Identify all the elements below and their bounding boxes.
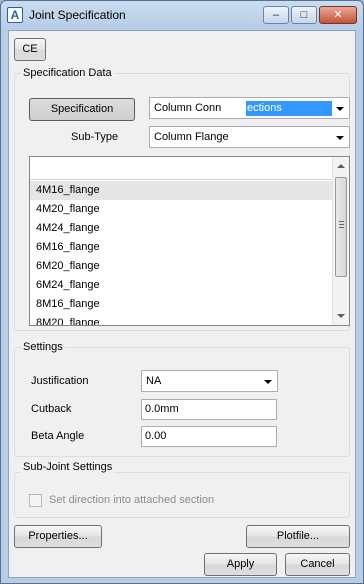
title-bar[interactable]: A Joint Specification – □ ✕ bbox=[1, 1, 363, 29]
close-button[interactable]: ✕ bbox=[319, 6, 357, 24]
grip-line bbox=[339, 224, 344, 225]
set-direction-label: Set direction into attached section bbox=[49, 494, 215, 506]
scroll-thumb[interactable] bbox=[335, 177, 347, 277]
specification-combo[interactable]: Column Conn ections bbox=[149, 97, 350, 119]
flange-list[interactable]: 4M16_flange 4M20_flange 4M24_flange 6M16_fl… bbox=[29, 156, 350, 326]
scroll-down-icon[interactable] bbox=[337, 314, 345, 318]
list-item[interactable]: 6M16_flange bbox=[30, 238, 332, 257]
chevron-down-icon[interactable] bbox=[264, 380, 272, 384]
sub-joint-settings-group-label: Sub-Joint Settings bbox=[21, 461, 115, 473]
dialog-client-area: CE Specification Data Specification Colu… bbox=[8, 30, 356, 578]
subtype-value: Column Flange bbox=[154, 131, 229, 143]
list-item[interactable]: 4M20_flange bbox=[30, 200, 332, 219]
window-title: Joint Specification bbox=[29, 8, 126, 22]
list-item[interactable]: 6M20_flange bbox=[30, 257, 332, 276]
ce-button[interactable]: CE bbox=[14, 38, 46, 61]
set-direction-checkbox[interactable] bbox=[29, 494, 42, 507]
beta-angle-label: Beta Angle bbox=[31, 430, 85, 442]
cutback-label: Cutback bbox=[31, 403, 72, 415]
grip-line bbox=[339, 227, 344, 228]
grip-line bbox=[339, 221, 344, 222]
minimize-button[interactable]: – bbox=[263, 6, 289, 24]
scroll-up-icon[interactable] bbox=[337, 164, 345, 168]
app-logo-icon: A bbox=[7, 7, 23, 23]
subtype-label: Sub-Type bbox=[71, 131, 119, 143]
chevron-down-icon[interactable] bbox=[336, 107, 344, 111]
maximize-button[interactable]: □ bbox=[291, 6, 317, 24]
settings-group-label: Settings bbox=[21, 341, 65, 353]
list-item[interactable]: 6M24_flange bbox=[30, 276, 332, 295]
specification-data-group-label: Specification Data bbox=[21, 67, 114, 79]
cancel-button[interactable]: Cancel bbox=[285, 553, 350, 576]
justification-value: NA bbox=[146, 375, 162, 387]
specification-value: Column Conn bbox=[154, 102, 222, 114]
justification-label: Justification bbox=[31, 375, 89, 387]
plotfile-button[interactable]: Plotfile... bbox=[246, 525, 350, 548]
apply-button[interactable]: Apply bbox=[204, 553, 277, 576]
list-item[interactable]: 8M20_flange bbox=[30, 314, 332, 325]
list-item[interactable]: 8M16_flange bbox=[30, 295, 332, 314]
specification-button[interactable]: Specification bbox=[29, 98, 135, 121]
cutback-field[interactable]: 0.0mm bbox=[141, 399, 277, 420]
properties-button[interactable]: Properties... bbox=[14, 525, 102, 548]
list-header bbox=[30, 157, 332, 180]
subtype-combo[interactable]: Column Flange bbox=[149, 126, 350, 148]
list-item[interactable]: 4M24_flange bbox=[30, 219, 332, 238]
specification-value-selected: ections bbox=[247, 102, 282, 114]
beta-angle-field[interactable]: 0.00 bbox=[141, 426, 277, 447]
chevron-down-icon[interactable] bbox=[336, 136, 344, 140]
justification-combo[interactable]: NA bbox=[141, 370, 278, 392]
list-item[interactable]: 4M16_flange bbox=[30, 181, 332, 200]
list-scrollbar[interactable] bbox=[332, 157, 349, 325]
joint-specification-window: A Joint Specification – □ ✕ CE Specifica… bbox=[0, 0, 364, 584]
